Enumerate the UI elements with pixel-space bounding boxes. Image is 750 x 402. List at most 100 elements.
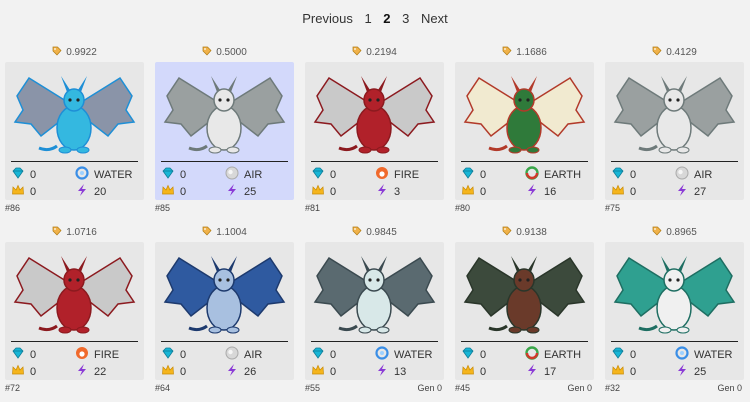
dragon-air-white-icon [163, 76, 286, 154]
crowns-value: 0 [330, 185, 337, 198]
dragon-id-row: #75 [605, 203, 744, 213]
page-link-3[interactable]: 3 [402, 11, 409, 26]
divider [311, 341, 438, 342]
dragon-id-row: #55 Gen 0 [305, 383, 444, 393]
price-value: 1.1686 [516, 47, 547, 58]
dragon-earth-dark-icon [463, 256, 586, 334]
lightning-bolt-icon [75, 363, 94, 380]
gems-stat: 0 [461, 346, 486, 363]
power-stat: 13 [375, 363, 406, 380]
dragon-id: #45 [455, 383, 471, 393]
page-link-2-current[interactable]: 2 [383, 11, 390, 26]
crown-icon [11, 363, 30, 380]
dragon-card[interactable]: 0 0 EARTH 16 [455, 62, 594, 200]
pagination: Previous 1 2 3 Next [0, 11, 750, 26]
gems-value: 0 [30, 348, 37, 361]
element-value: WATER [94, 168, 133, 181]
lightning-bolt-icon [375, 363, 394, 380]
dragon-card[interactable]: 0 0 WATER 13 [305, 242, 444, 380]
gems-stat: 0 [11, 346, 36, 363]
crowns-stat: 0 [11, 183, 36, 200]
power-value: 17 [544, 365, 557, 378]
gem-icon [461, 346, 480, 363]
price-value: 0.8965 [666, 227, 697, 238]
price-label: 0.2194 [305, 46, 444, 60]
dragon-air-blue-icon [163, 256, 286, 334]
price-tag-icon [352, 226, 366, 238]
power-value: 16 [544, 185, 557, 198]
power-stat: 22 [75, 363, 106, 380]
divider [161, 341, 288, 342]
power-value: 22 [94, 365, 107, 378]
dragon-id: #85 [155, 203, 171, 213]
dragon-water-blue-icon [13, 76, 136, 154]
previous-page-link[interactable]: Previous [302, 11, 353, 26]
fire-element-icon [75, 346, 94, 363]
water-element-icon [75, 166, 94, 183]
dragon-card[interactable]: 0 0 AIR 25 [155, 62, 294, 200]
price-label: 1.1686 [455, 46, 594, 60]
gems-value: 0 [330, 348, 337, 361]
dragon-card[interactable]: 0 0 FIRE 22 [5, 242, 144, 380]
element-stat: AIR [675, 166, 712, 183]
price-label: 1.1004 [155, 226, 294, 240]
gems-stat: 0 [11, 166, 36, 183]
dragon-card[interactable]: 0 0 FIRE 3 [305, 62, 444, 200]
dragon-card[interactable]: 0 0 WATER 20 [5, 62, 144, 200]
gems-stat: 0 [611, 346, 636, 363]
dragon-id-row: #45 Gen 0 [455, 383, 594, 393]
divider [611, 161, 738, 162]
dragon-card[interactable]: 0 0 EARTH 17 [455, 242, 594, 380]
gem-icon [611, 166, 630, 183]
crowns-value: 0 [180, 185, 187, 198]
divider [11, 341, 138, 342]
dragon-id: #81 [305, 203, 321, 213]
dragon-card[interactable]: 0 0 AIR 26 [155, 242, 294, 380]
price-tag-icon [652, 226, 666, 238]
element-stat: EARTH [525, 166, 581, 183]
price-tag-icon [202, 226, 216, 238]
gem-icon [11, 166, 30, 183]
price-tag-icon [652, 46, 666, 58]
element-stat: WATER [75, 166, 133, 183]
crowns-value: 0 [480, 365, 487, 378]
element-value: FIRE [394, 168, 420, 181]
crowns-stat: 0 [461, 183, 486, 200]
crown-icon [311, 183, 330, 200]
lightning-bolt-icon [675, 363, 694, 380]
page-link-1[interactable]: 1 [364, 11, 371, 26]
crowns-stat: 0 [461, 363, 486, 380]
dragon-id: #64 [155, 383, 171, 393]
lightning-bolt-icon [225, 183, 244, 200]
divider [311, 161, 438, 162]
gems-value: 0 [480, 168, 487, 181]
crowns-value: 0 [330, 365, 337, 378]
dragon-card[interactable]: 0 0 AIR 27 [605, 62, 744, 200]
crown-icon [611, 183, 630, 200]
earth-element-icon [525, 166, 544, 183]
element-value: EARTH [544, 168, 582, 181]
dragon-id: #55 [305, 383, 321, 393]
fire-element-icon [375, 166, 394, 183]
power-value: 25 [694, 365, 707, 378]
lightning-bolt-icon [75, 183, 94, 200]
earth-element-icon [525, 346, 544, 363]
element-value: EARTH [544, 348, 582, 361]
element-value: AIR [244, 168, 263, 181]
dragon-id-row: #80 [455, 203, 594, 213]
element-value: AIR [244, 348, 263, 361]
dragon-card[interactable]: 0 0 WATER 25 [605, 242, 744, 380]
air-element-icon [225, 346, 244, 363]
next-page-link[interactable]: Next [421, 11, 448, 26]
gems-stat: 0 [611, 166, 636, 183]
dragon-id-row: #64 [155, 383, 294, 393]
price-tag-icon [502, 46, 516, 58]
price-tag-icon [352, 46, 366, 58]
crown-icon [461, 183, 480, 200]
price-value: 0.9922 [66, 47, 97, 58]
crowns-value: 0 [180, 365, 187, 378]
price-label: 0.5000 [155, 46, 294, 60]
crowns-value: 0 [630, 185, 637, 198]
power-stat: 25 [225, 183, 256, 200]
divider [161, 161, 288, 162]
